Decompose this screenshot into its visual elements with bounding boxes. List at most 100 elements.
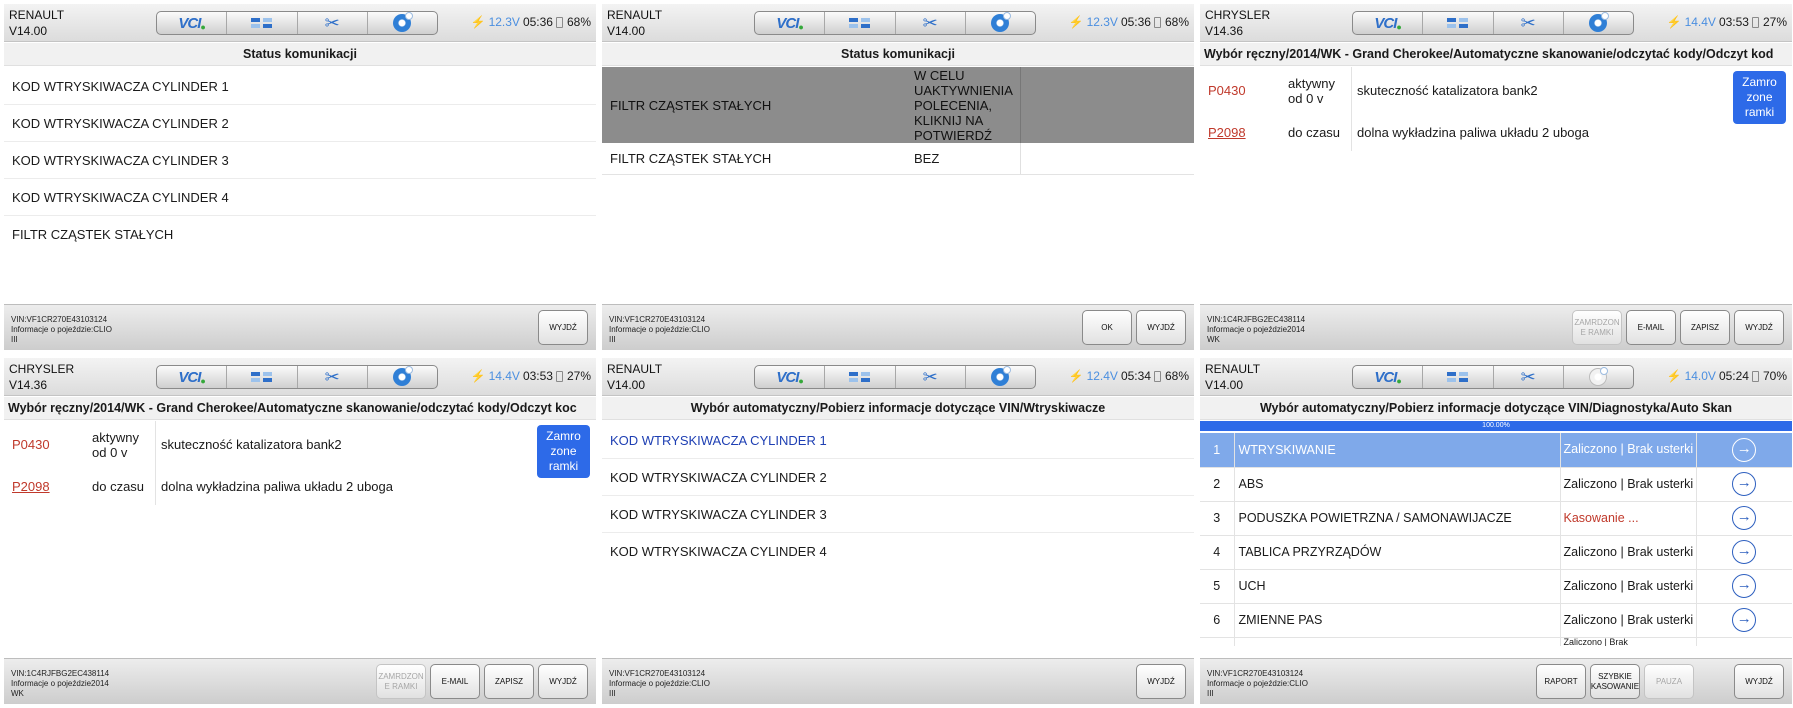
exit-button[interactable]: WYJDŹ [538,310,588,345]
page-title: Wybór automatyczny/Pobierz informacje do… [1200,397,1792,420]
vehicle-info: VIN:VF1CR270E43103124 Informacje o pojeźd… [1207,669,1308,699]
exit-button[interactable]: WYJDŹ [1734,310,1784,345]
disc-button[interactable] [1564,12,1633,34]
scan-result: Zaliczono | Brak usterki [1560,467,1696,502]
dtc-row[interactable]: P0430 aktywny od 0 v skuteczność kataliz… [1200,67,1792,114]
bolt-icon: ⚡ [1068,369,1084,383]
table-row[interactable]: FILTR CZĄSTEK STAŁYCH W CELU UAKTYWNIENI… [602,67,1194,143]
battery-level: 68% [1164,15,1189,29]
exit-button[interactable]: WYJDŹ [538,664,588,699]
list-item[interactable]: KOD WTRYSKIWACZA CYLINDER 4 [602,533,1194,570]
list-item[interactable]: KOD WTRYSKIWACZA CYLINDER 4 [4,179,596,216]
scissors-icon: ✂ [324,366,340,387]
exit-button[interactable]: WYJDŹ [1136,664,1186,699]
disc-button[interactable] [966,366,1035,388]
scissors-button[interactable]: ✂ [298,366,368,388]
scissors-button[interactable]: ✂ [298,12,368,34]
module-button[interactable] [227,366,298,388]
system-name: TABLICA PRZYRZĄDÓW [1233,535,1561,570]
list-item[interactable]: KOD WTRYSKIWACZA CYLINDER 3 [4,142,596,179]
save-button[interactable]: ZAPISZ [1680,310,1730,345]
bolt-icon: ⚡ [470,15,486,29]
dtc-code-link[interactable]: P2098 [1200,125,1284,140]
disc-button[interactable] [368,12,437,34]
app-version: V14.36 [1205,24,1244,38]
arrow-circle-icon[interactable]: → [1732,472,1757,496]
arrow-circle-icon[interactable]: → [1732,608,1757,632]
dtc-row[interactable]: P2098 do czasu dolna wykładzina paliwa u… [1200,114,1792,151]
disc-icon [991,366,1012,386]
disc-button[interactable] [368,366,437,388]
module-button[interactable] [1423,366,1494,388]
module-button[interactable] [1423,12,1494,34]
module-button[interactable] [227,12,298,34]
vcl-button[interactable]: VCI● [755,366,826,388]
exit-button[interactable]: WYJDŹ [1136,310,1186,345]
scan-row-selected[interactable]: 1 WTRYSKIWANIE Zaliczono | Brak usterki … [1200,433,1792,468]
main-toolbar: VCI● ✂ [1352,365,1634,389]
voltage: 14.0V [1684,369,1716,383]
list-item[interactable]: KOD WTRYSKIWACZA CYLINDER 3 [602,496,1194,533]
pause-button[interactable]: PAUZA [1644,664,1694,699]
disc-button[interactable] [1564,366,1633,388]
vcl-button[interactable]: VCI● [157,366,228,388]
row-number: 1 [1200,433,1234,468]
list-item[interactable]: KOD WTRYSKIWACZA CYLINDER 2 [602,459,1194,496]
disc-button[interactable] [966,12,1035,34]
list-item[interactable]: KOD WTRYSKIWACZA CYLINDER 2 [4,105,596,142]
footer-bar: VIN:VF1CR270E43103124 Informacje o pojeźd… [602,658,1194,704]
freeze-frame-button[interactable]: Zamro zone ramki [1733,71,1786,124]
module-button[interactable] [825,366,896,388]
arrow-circle-icon[interactable]: → [1732,506,1757,530]
scissors-button[interactable]: ✂ [1494,12,1564,34]
scan-row[interactable]: 5 UCH Zaliczono | Brak usterki → [1200,569,1792,604]
vcl-button[interactable]: VCI● [1353,366,1424,388]
dtc-list: P0430 aktywny od 0 v skuteczność kataliz… [4,421,596,505]
dtc-row[interactable]: P2098 do czasu dolna wykładzina paliwa u… [4,468,596,505]
app-version: V14.00 [607,378,646,392]
scan-row[interactable]: 6 ZMIENNE PAS Zaliczono | Brak usterki → [1200,603,1792,638]
table-row[interactable]: FILTR CZĄSTEK STAŁYCH BEZ [602,143,1194,175]
freeze-frames-button[interactable]: ZAMRDZON E RAMKI [376,664,426,699]
system-name: ZMIENNE PAS [1233,603,1561,638]
battery-icon [555,16,563,28]
email-button[interactable]: E-MAIL [430,664,480,699]
scan-row-partial[interactable]: Zaliczono | Brak [1200,637,1792,646]
vcl-icon: VCI● [776,14,804,32]
freeze-frame-button[interactable]: Zamro zone ramki [537,425,590,478]
exit-button[interactable]: WYJDŹ [1734,664,1784,699]
email-button[interactable]: E-MAIL [1626,310,1676,345]
arrow-circle-icon[interactable]: → [1732,574,1757,598]
scissors-button[interactable]: ✂ [896,366,966,388]
arrow-circle-icon[interactable]: → [1732,437,1757,462]
dtc-row[interactable]: P0430 aktywny od 0 v skuteczność kataliz… [4,421,596,468]
scan-row[interactable]: 4 TABLICA PRZYRZĄDÓW Zaliczono | Brak us… [1200,535,1792,570]
list-item-selected[interactable]: KOD WTRYSKIWACZA CYLINDER 1 [602,422,1194,459]
vcl-button[interactable]: VCI● [1353,12,1424,34]
main-toolbar: VCI● ✂ [1352,11,1634,35]
row-number: 5 [1200,569,1234,604]
dtc-code-link[interactable]: P2098 [4,479,88,494]
scan-row[interactable]: 2 ABS Zaliczono | Brak usterki → [1200,467,1792,502]
module-button[interactable] [825,12,896,34]
dtc-list: P0430 aktywny od 0 v skuteczność kataliz… [1200,67,1792,151]
quick-clear-button[interactable]: SZYBKIE KASOWANIE [1590,664,1640,699]
scan-row[interactable]: 3 PODUSZKA POWIETRZNA / SAMONAWIJACZE Ka… [1200,501,1792,536]
report-button[interactable]: RAPORT [1536,664,1586,699]
vcl-button[interactable]: VCI● [157,12,228,34]
vehicle-info: VIN:VF1CR270E43103124 Informacje o pojeźd… [11,315,112,345]
freeze-frames-button[interactable]: ZAMRDZON E RAMKI [1572,310,1622,345]
list-item[interactable]: KOD WTRYSKIWACZA CYLINDER 1 [4,68,596,105]
vin-text: VIN:VF1CR270E43103124 [609,669,706,678]
scissors-button[interactable]: ✂ [896,12,966,34]
save-button[interactable]: ZAPISZ [484,664,534,699]
list-item[interactable]: FILTR CZĄSTEK STAŁYCH [4,216,596,253]
dtc-description: dolna wykładzina paliwa układu 2 uboga [1357,125,1589,140]
arrow-circle-icon[interactable]: → [1732,540,1757,564]
ok-button[interactable]: OK [1082,310,1132,345]
vcl-icon: VCI● [178,14,206,32]
dtc-status: aktywny od 0 v [88,421,156,468]
scissors-button[interactable]: ✂ [1494,366,1564,388]
vcl-button[interactable]: VCI● [755,12,826,34]
panel-status-table: RENAULT V14.00 VCI● ✂ ⚡ 12.3V 05:36 68% Stat… [602,4,1194,350]
